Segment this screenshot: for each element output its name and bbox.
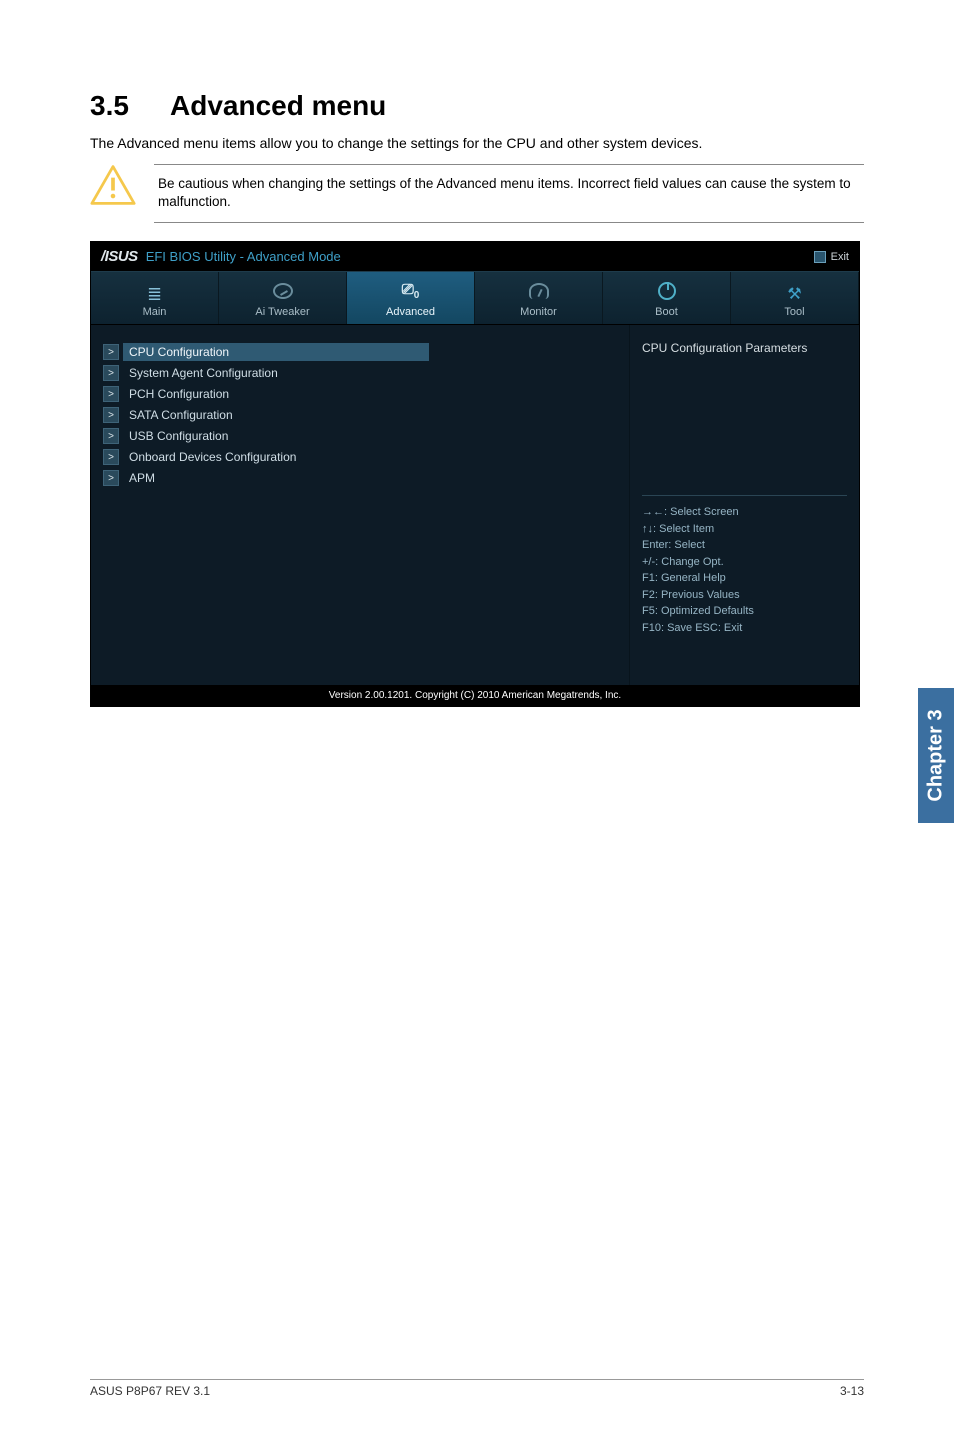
menu-item-pch-configuration[interactable]: > PCH Configuration (103, 385, 619, 403)
chevron-right-icon: > (103, 407, 119, 423)
caution-icon (90, 164, 136, 211)
chapter-side-tab: Chapter 3 (918, 688, 954, 823)
info-panel-title: CPU Configuration Parameters (642, 341, 847, 355)
tab-boot-label: Boot (603, 306, 730, 318)
help-line: →←: Select Screen (642, 504, 847, 521)
tool-icon (785, 284, 805, 298)
help-line: F2: Previous Values (642, 587, 847, 604)
caution-text: Be cautious when changing the settings o… (154, 164, 864, 224)
footer-right: 3-13 (840, 1384, 864, 1398)
tab-advanced[interactable]: ⎚0 Advanced (347, 272, 475, 324)
chevron-right-icon: > (103, 470, 119, 486)
help-text: →←: Select Screen ↑↓: Select Item Enter:… (642, 504, 847, 636)
menu-item-sata-configuration[interactable]: > SATA Configuration (103, 406, 619, 424)
chip-icon: ⎚0 (402, 281, 420, 301)
menu-item-label: Onboard Devices Configuration (123, 448, 302, 466)
page-footer: ASUS P8P67 REV 3.1 3-13 (90, 1379, 864, 1398)
tab-ai-tweaker[interactable]: Ai Tweaker (219, 272, 347, 324)
help-line: +/-: Change Opt. (642, 554, 847, 571)
tab-tool-label: Tool (731, 306, 858, 318)
exit-label: Exit (831, 251, 849, 263)
help-line: F5: Optimized Defaults (642, 603, 847, 620)
bios-subtitle: EFI BIOS Utility - Advanced Mode (146, 249, 341, 264)
bios-menu-panel: > CPU Configuration > System Agent Confi… (91, 325, 629, 685)
tab-tool[interactable]: Tool (731, 272, 859, 324)
tab-main-label: Main (91, 306, 218, 318)
menu-item-label: System Agent Configuration (123, 364, 284, 382)
section-number: 3.5 (90, 90, 170, 122)
section-heading: 3.5Advanced menu (90, 90, 864, 122)
tab-monitor-label: Monitor (475, 306, 602, 318)
help-line: F1: General Help (642, 570, 847, 587)
tab-advanced-label: Advanced (347, 306, 474, 318)
caution-block: Be cautious when changing the settings o… (90, 164, 864, 224)
bios-footer: Version 2.00.1201. Copyright (C) 2010 Am… (91, 685, 859, 706)
chevron-right-icon: > (103, 344, 119, 360)
chevron-right-icon: > (103, 428, 119, 444)
footer-left: ASUS P8P67 REV 3.1 (90, 1384, 210, 1398)
bios-title-bar: /ISUS EFI BIOS Utility - Advanced Mode E… (91, 242, 859, 271)
bios-info-panel: CPU Configuration Parameters →←: Select … (629, 325, 859, 685)
bios-logo: /ISUS (101, 248, 138, 265)
menu-item-onboard-devices-configuration[interactable]: > Onboard Devices Configuration (103, 448, 619, 466)
menu-item-label: APM (123, 469, 161, 487)
menu-item-label: PCH Configuration (123, 385, 235, 403)
intro-text: The Advanced menu items allow you to cha… (90, 134, 864, 154)
menu-item-cpu-configuration[interactable]: > CPU Configuration (103, 343, 619, 361)
exit-button[interactable]: Exit (814, 251, 849, 263)
menu-item-label: CPU Configuration (123, 343, 429, 361)
section-title-text: Advanced menu (170, 90, 386, 121)
tab-boot[interactable]: Boot (603, 272, 731, 324)
exit-icon (814, 251, 826, 263)
gauge-icon (529, 283, 549, 299)
menu-item-label: USB Configuration (123, 427, 234, 445)
dial-icon (273, 283, 293, 299)
tab-ai-tweaker-label: Ai Tweaker (219, 306, 346, 318)
chevron-right-icon: > (103, 449, 119, 465)
chapter-side-tab-label: Chapter 3 (925, 709, 948, 801)
menu-item-usb-configuration[interactable]: > USB Configuration (103, 427, 619, 445)
bios-screenshot: /ISUS EFI BIOS Utility - Advanced Mode E… (90, 241, 860, 707)
tab-main[interactable]: Main (91, 272, 219, 324)
menu-item-system-agent-configuration[interactable]: > System Agent Configuration (103, 364, 619, 382)
help-line: Enter: Select (642, 537, 847, 554)
menu-item-apm[interactable]: > APM (103, 469, 619, 487)
tab-monitor[interactable]: Monitor (475, 272, 603, 324)
chevron-right-icon: > (103, 365, 119, 381)
bios-tab-bar: Main Ai Tweaker ⎚0 Advanced Monitor Boot… (91, 271, 859, 325)
chevron-right-icon: > (103, 386, 119, 402)
help-line: F10: Save ESC: Exit (642, 620, 847, 637)
menu-item-label: SATA Configuration (123, 406, 239, 424)
list-icon (145, 284, 165, 298)
help-line: ↑↓: Select Item (642, 521, 847, 538)
power-icon (658, 282, 676, 300)
